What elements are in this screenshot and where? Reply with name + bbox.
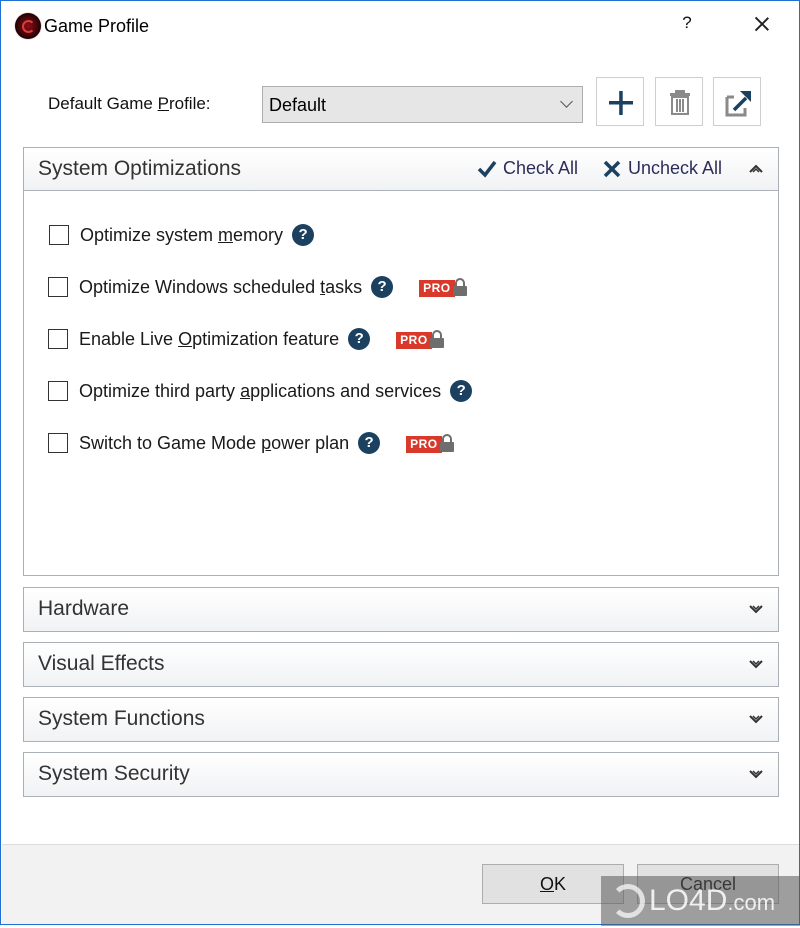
section-title: System Security [38, 762, 190, 785]
option-row: Optimize system memory? [49, 223, 315, 247]
pro-label: PRO [419, 280, 455, 297]
label-text: Default Game [48, 94, 158, 113]
game-profile-dropdown[interactable]: Default [262, 86, 583, 123]
section-title: Hardware [38, 597, 130, 620]
watermark-brand: LO4D [649, 884, 728, 917]
section-visual-effects: Visual Effects [23, 642, 779, 687]
default-game-profile-label: Default Game Profile: [48, 94, 211, 114]
label-text-end: rofile: [168, 94, 211, 113]
option-label-text-end: emory [233, 224, 284, 245]
option-label[interactable]: Optimize third party applications and se… [79, 381, 441, 402]
ok-mnemonic: O [539, 874, 554, 894]
option-label[interactable]: Optimize Windows scheduled tasks [79, 277, 362, 298]
option-label[interactable]: Optimize system memory [80, 225, 283, 246]
lock-icon [429, 330, 444, 350]
option-label[interactable]: Switch to Game Mode power plan [79, 433, 349, 454]
app-logo-icon [15, 13, 41, 39]
trash-icon [670, 90, 690, 115]
section-header-system-functions[interactable]: System Functions [24, 698, 778, 741]
checkmark-icon [477, 160, 497, 178]
option-label-text-end: ower plan [271, 432, 350, 453]
option-label-text: Optimize system [80, 224, 219, 245]
expand-chevron-icon[interactable] [748, 712, 764, 726]
section-header-hardware[interactable]: Hardware [24, 588, 778, 631]
section-title: System Optimizations [38, 157, 242, 180]
expand-chevron-icon[interactable] [748, 602, 764, 616]
option-label-text-end: pplications and services [250, 380, 442, 401]
option-mnemonic: p [261, 432, 272, 453]
game-profile-dialog: Game Profile ? Default Game Profile: Def… [0, 0, 800, 926]
pro-label: PRO [406, 436, 442, 453]
option-label-text: Enable Live [79, 328, 179, 349]
expand-chevron-icon[interactable] [748, 657, 764, 671]
option-checkbox[interactable] [48, 277, 68, 297]
option-checkbox[interactable] [48, 433, 68, 453]
lock-icon [452, 278, 467, 298]
chevron-down-icon [560, 95, 573, 108]
option-mnemonic: O [178, 328, 193, 349]
lock-icon [439, 434, 454, 454]
collapse-chevron-icon[interactable] [748, 162, 764, 176]
option-label-text: Optimize Windows scheduled [79, 276, 321, 297]
section-header-system-security[interactable]: System Security [24, 753, 778, 796]
option-checkbox[interactable] [48, 329, 68, 349]
section-hardware: Hardware [23, 587, 779, 632]
export-icon [725, 91, 751, 117]
system-optimizations-options: Optimize system memory? Optimize Windows … [24, 191, 778, 575]
check-all-label: Check All [503, 158, 579, 178]
help-button[interactable]: ? [677, 13, 697, 33]
pro-badge: PRO [419, 276, 467, 298]
expand-chevron-icon[interactable] [748, 767, 764, 781]
option-mnemonic: a [240, 380, 251, 401]
section-title: System Functions [38, 707, 205, 730]
lo4d-logo-icon [611, 884, 645, 918]
option-label[interactable]: Enable Live Optimization feature [79, 329, 339, 350]
option-row: Enable Live Optimization feature? PRO [48, 327, 444, 351]
option-mnemonic: m [218, 224, 234, 245]
x-icon [603, 160, 621, 177]
watermark-suffix: .com [727, 890, 776, 915]
pro-label: PRO [396, 332, 432, 349]
help-icon[interactable]: ? [358, 432, 381, 454]
option-label-text: Switch to Game Mode [79, 432, 262, 453]
section-system-security: System Security [23, 752, 779, 797]
delete-profile-button[interactable] [655, 77, 703, 126]
title-bar: Game Profile ? [1, 1, 799, 51]
option-checkbox[interactable] [49, 225, 69, 245]
pro-badge: PRO [406, 432, 454, 454]
check-all-button[interactable]: Check All [477, 158, 578, 179]
pro-badge: PRO [396, 328, 444, 350]
section-system-optimizations: System Optimizations Check All Uncheck A… [23, 147, 779, 576]
lo4d-watermark: LO4D.com [601, 876, 800, 926]
window-title: Game Profile [44, 16, 150, 36]
close-button[interactable] [747, 9, 777, 39]
option-label-text-end: ptimization feature [192, 328, 340, 349]
option-label-text: Optimize third party [79, 380, 241, 401]
add-profile-button[interactable] [596, 77, 644, 126]
export-profile-button[interactable] [713, 77, 761, 126]
label-mnemonic: P [157, 94, 169, 113]
help-icon[interactable]: ? [371, 276, 394, 298]
option-checkbox[interactable] [48, 381, 68, 401]
plus-icon [609, 91, 633, 115]
section-header-system-optimizations[interactable]: System Optimizations Check All Uncheck A… [24, 148, 778, 191]
section-header-visual-effects[interactable]: Visual Effects [24, 643, 778, 686]
option-row: Switch to Game Mode power plan? PRO [48, 431, 454, 455]
uncheck-all-button[interactable]: Uncheck All [602, 158, 722, 179]
selected-profile: Default [269, 95, 327, 115]
section-title: Visual Effects [38, 652, 165, 675]
option-row: Optimize Windows scheduled tasks? PRO [48, 275, 467, 299]
help-icon[interactable]: ? [450, 380, 473, 402]
option-row: Optimize third party applications and se… [48, 379, 473, 403]
option-label-text-end: asks [325, 276, 363, 297]
section-system-functions: System Functions [23, 697, 779, 742]
uncheck-all-label: Uncheck All [628, 158, 723, 178]
help-icon[interactable]: ? [348, 328, 371, 350]
help-icon[interactable]: ? [292, 224, 315, 246]
ok-label: K [554, 874, 567, 894]
